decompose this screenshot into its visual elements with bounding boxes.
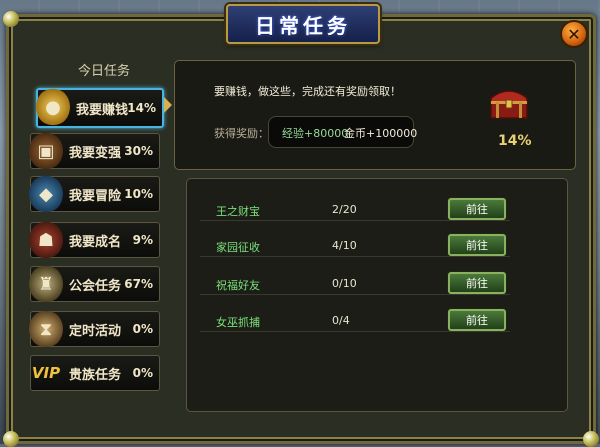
tab-percent: 0% <box>132 366 153 380</box>
task-name: 家园征收 <box>216 241 260 254</box>
tab-percent: 0% <box>132 322 153 336</box>
tab-percent: 30% <box>124 144 153 158</box>
treasure-chest-icon: ▣ <box>29 132 63 170</box>
task-row: 王之财宝 2/20 前往 <box>200 198 550 222</box>
active-tab-arrow-icon <box>164 97 172 113</box>
gold-coins-icon: ● <box>36 88 70 126</box>
tab-percent: 10% <box>124 187 153 201</box>
corner-ornament <box>3 11 19 27</box>
corner-ornament <box>583 431 599 447</box>
task-name: 女巫抓捕 <box>216 316 260 329</box>
reward-gold: 金币+100000 <box>344 127 418 140</box>
row-divider <box>200 294 510 295</box>
task-description: 要赚钱，做这些，完成还有奖励领取！ <box>214 85 401 98</box>
tab-noble-tasks[interactable]: VIP 贵族任务 0% <box>30 355 160 391</box>
tab-become-famous[interactable]: ☗ 我要成名 9% <box>29 221 160 259</box>
reward-label: 获得奖励： <box>214 127 269 140</box>
tab-guild-tasks[interactable]: ♜ 公会任务 67% <box>29 265 160 303</box>
tab-percent: 14% <box>127 101 156 115</box>
go-button[interactable]: 前往 <box>448 198 506 220</box>
tab-label: 定时活动 <box>69 323 122 339</box>
guild-crest-icon: ♜ <box>29 265 63 303</box>
tab-get-stronger[interactable]: ▣ 我要变强 30% <box>29 132 160 170</box>
reward-exp: 经验+80000 <box>282 127 349 140</box>
close-button[interactable]: ✕ <box>560 20 588 48</box>
tab-adventure[interactable]: ◆ 我要冒险 10% <box>29 175 160 213</box>
row-divider <box>200 331 510 332</box>
shield-emblem-icon: ◆ <box>29 175 63 213</box>
tab-label: 我要赚钱 <box>76 102 129 118</box>
task-name: 祝福好友 <box>216 279 260 292</box>
tab-make-money[interactable]: ● 我要赚钱 14% <box>36 88 164 128</box>
task-progress: 4/10 <box>332 239 357 252</box>
go-button[interactable]: 前往 <box>448 234 506 256</box>
task-row: 女巫抓捕 0/4 前往 <box>200 309 550 333</box>
row-divider <box>200 220 510 221</box>
row-divider <box>200 256 510 257</box>
corner-ornament <box>3 431 19 447</box>
task-name: 王之财宝 <box>216 205 260 218</box>
tab-label: 贵族任务 <box>69 367 122 383</box>
sidebar-heading: 今日任务 <box>78 64 131 79</box>
vip-icon: VIP <box>31 364 61 382</box>
close-icon: ✕ <box>567 24 581 44</box>
task-progress: 0/4 <box>332 314 350 327</box>
tab-percent: 9% <box>132 233 153 247</box>
tab-timed-events[interactable]: ⧗ 定时活动 0% <box>29 310 160 348</box>
window-title: 日常任务 <box>255 13 351 38</box>
tab-label: 我要成名 <box>69 234 122 250</box>
task-row: 家园征收 4/10 前往 <box>200 234 550 258</box>
go-button[interactable]: 前往 <box>448 272 506 294</box>
task-progress: 0/10 <box>332 277 357 290</box>
tab-label: 公会任务 <box>69 278 122 294</box>
tab-percent: 67% <box>124 277 153 291</box>
reward-chest-icon[interactable] <box>488 86 530 120</box>
task-row: 祝福好友 0/10 前往 <box>200 272 550 296</box>
tab-label: 我要变强 <box>69 145 122 161</box>
chest-progress-percent: 14% <box>498 133 532 149</box>
hourglass-icon: ⧗ <box>29 310 63 348</box>
warrior-head-icon: ☗ <box>29 221 63 259</box>
tab-label: 我要冒险 <box>69 188 122 204</box>
go-button[interactable]: 前往 <box>448 309 506 331</box>
window-title-banner: 日常任务 <box>226 4 380 44</box>
task-progress: 2/20 <box>332 203 357 216</box>
